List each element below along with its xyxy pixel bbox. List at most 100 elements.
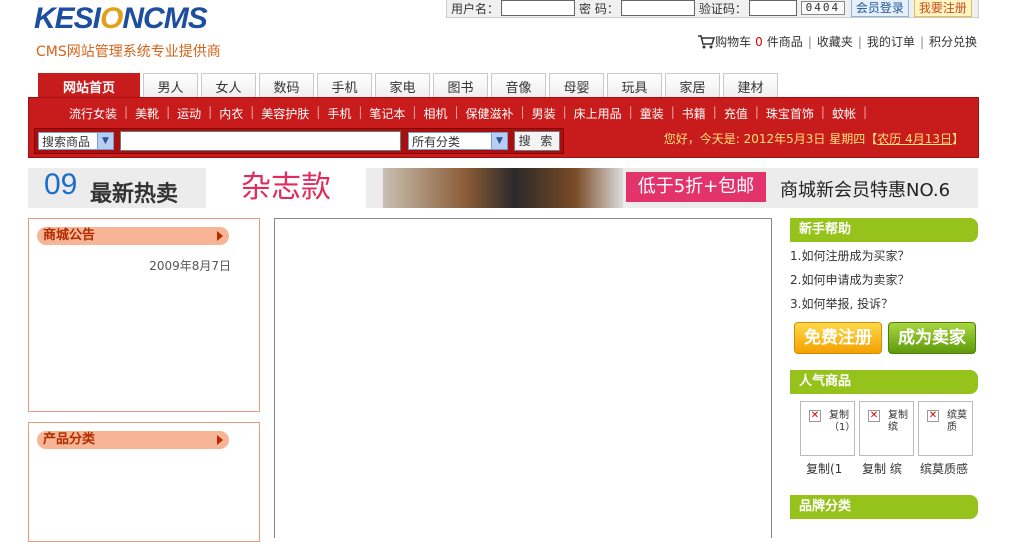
category-link[interactable]: 流行女装 <box>69 105 117 122</box>
banner-product-image <box>383 168 623 208</box>
logo-text-a: KESI <box>34 2 101 35</box>
brand-title: 品牌分类 <box>790 495 978 519</box>
category-link[interactable]: 运动 <box>177 105 201 122</box>
tab-books[interactable]: 图书 <box>433 73 488 98</box>
tab-toys[interactable]: 玩具 <box>607 73 662 98</box>
cart-link[interactable]: 购物车 <box>715 33 751 50</box>
divider: | <box>857 34 862 49</box>
banner-hot-text: 最新热卖 <box>90 182 179 207</box>
product-name-link[interactable]: 缤莫质感 <box>920 460 968 477</box>
help-item[interactable]: 2.如何申请成为卖家？ <box>790 271 909 288</box>
category-select[interactable]: 所有分类 ▼ <box>408 132 508 150</box>
product-name-link[interactable]: 复制(1 <box>806 460 842 477</box>
chevron-down-icon: ▼ <box>97 133 113 149</box>
cart-suffix: 件商品 <box>766 35 803 49</box>
category-link[interactable]: 床上用品 <box>574 105 622 122</box>
tab-home-living[interactable]: 家居 <box>665 73 720 98</box>
main-nav: 网站首页 男人 女人 数码 手机 家电 图书 音像 母婴 玩具 家居 建材 <box>38 73 781 98</box>
orders-link[interactable]: 我的订单 <box>867 33 915 50</box>
register-button[interactable]: 我要注册 <box>913 0 972 17</box>
product-thumbnail[interactable]: ✕ 缤莫质 <box>918 401 973 456</box>
date-greeting: 您好，今天是: 2012年5月3日 星期四【农历 4月13日】 <box>664 130 964 147</box>
notice-title-text: 商城公告 <box>43 228 96 243</box>
tab-home[interactable]: 网站首页 <box>38 73 140 98</box>
broken-image-icon: ✕ <box>868 410 880 422</box>
banner-number: 09 <box>44 168 78 201</box>
tab-men[interactable]: 男人 <box>143 73 198 98</box>
category-link[interactable]: 美靴 <box>135 105 159 122</box>
login-button[interactable]: 会员登录 <box>850 0 909 17</box>
search-button[interactable]: 搜 索 <box>514 131 560 151</box>
category-link[interactable]: 手机 <box>327 105 351 122</box>
search-type-select[interactable]: 搜索商品 ▼ <box>38 132 114 150</box>
banner-magazine-text: 杂志款 <box>206 168 366 208</box>
username-label: 用户名： <box>451 1 500 16</box>
tab-women[interactable]: 女人 <box>201 73 256 98</box>
category-link[interactable]: 书籍 <box>682 105 706 122</box>
product-alt-text: 缤莫质 <box>947 410 967 433</box>
category-link[interactable]: 珠宝首饰 <box>766 105 814 122</box>
product-category-title[interactable]: 产品分类 <box>37 431 229 449</box>
logo-slogan: CMS网站管理系统专业提供商 <box>36 44 221 60</box>
cart-count: 0 <box>755 34 763 49</box>
tab-audio-video[interactable]: 音像 <box>491 73 546 98</box>
category-select-value: 所有分类 <box>412 134 461 149</box>
broken-image-icon: ✕ <box>809 410 821 422</box>
product-thumbnail[interactable]: ✕ 复制 缤 <box>859 401 914 456</box>
product-category-panel: 产品分类 <box>28 422 260 542</box>
category-link[interactable]: 蚊帐 <box>832 105 856 122</box>
category-link[interactable]: 相机 <box>423 105 447 122</box>
password-label: 密 码： <box>579 1 619 16</box>
free-register-button[interactable]: 免费注册 <box>794 322 882 354</box>
help-item[interactable]: 1.如何注册成为买家？ <box>790 247 909 264</box>
arrow-right-icon <box>217 231 223 241</box>
category-search-bar: 流行女装 | 美靴 | 运动 | 内衣 | 美容护肤 | 手机 | 笔记本 | 相机 | 保健滋… <box>28 97 979 158</box>
category-link[interactable]: 童装 <box>640 105 664 122</box>
promo-banner[interactable]: 09 最新热卖 杂志款 低于5折+包邮 商城新会员特惠NO.6 <box>28 168 978 208</box>
category-link[interactable]: 男装 <box>532 105 556 122</box>
tab-baby[interactable]: 母婴 <box>549 73 604 98</box>
logo-text-b: NCMS <box>122 2 207 35</box>
tab-appliance[interactable]: 家电 <box>375 73 430 98</box>
lunar-date-link[interactable]: 农历 4月13日 <box>877 132 952 146</box>
divider: | <box>807 34 812 49</box>
center-content <box>274 218 772 538</box>
search-input[interactable] <box>120 131 401 151</box>
captcha-image[interactable]: 0404 <box>800 1 845 15</box>
notice-panel: 商城公告 2009年8月7日 <box>28 218 260 412</box>
product-category-title-text: 产品分类 <box>43 432 96 447</box>
chevron-down-icon: ▼ <box>491 133 507 149</box>
tab-building[interactable]: 建材 <box>723 73 778 98</box>
captcha-label: 验证码： <box>698 1 747 16</box>
cart-icon <box>698 35 716 49</box>
favorites-link[interactable]: 收藏夹 <box>817 33 853 50</box>
captcha-input[interactable] <box>748 0 797 16</box>
notice-title[interactable]: 商城公告 <box>37 227 229 245</box>
product-name-link[interactable]: 复制 缤 <box>862 460 902 477</box>
search-type-value: 搜索商品 <box>42 134 91 149</box>
login-bar: 用户名： 密 码： 验证码： 0404 会员登录 我要注册 <box>446 0 979 18</box>
category-link[interactable]: 内衣 <box>219 105 243 122</box>
help-item[interactable]: 3.如何举报, 投诉？ <box>790 295 893 312</box>
points-link[interactable]: 积分兑换 <box>929 33 977 50</box>
become-seller-button[interactable]: 成为卖家 <box>888 322 976 354</box>
popular-title: 人气商品 <box>790 370 978 394</box>
logo-text-o: O <box>100 2 123 35</box>
username-input[interactable] <box>501 0 576 16</box>
category-links: 流行女装 | 美靴 | 运动 | 内衣 | 美容护肤 | 手机 | 笔记本 | 相机 | 保健滋… <box>69 105 867 122</box>
quick-links: 购物车 0 件商品 | 收藏夹 | 我的订单 | 积分兑换 <box>697 33 977 50</box>
category-link[interactable]: 充值 <box>724 105 748 122</box>
category-link[interactable]: 美容护肤 <box>261 105 309 122</box>
search-box: 搜索商品 ▼ 所有分类 ▼ 搜 索 <box>34 128 564 154</box>
product-thumbnail[interactable]: ✕ 复制（1） <box>800 401 855 456</box>
site-logo[interactable]: KESIONCMS <box>34 2 208 36</box>
category-link[interactable]: 保健滋补 <box>466 105 514 122</box>
banner-discount-text: 低于5折+包邮 <box>626 172 766 202</box>
banner-member-text: 商城新会员特惠NO.6 <box>780 180 951 201</box>
password-input[interactable] <box>620 0 695 16</box>
tab-phone[interactable]: 手机 <box>317 73 372 98</box>
greeting-close: 】 <box>951 132 964 146</box>
category-link[interactable]: 笔记本 <box>369 105 405 122</box>
tab-digital[interactable]: 数码 <box>259 73 314 98</box>
greeting-text: 您好，今天是: 2012年5月3日 星期四【 <box>663 132 878 146</box>
